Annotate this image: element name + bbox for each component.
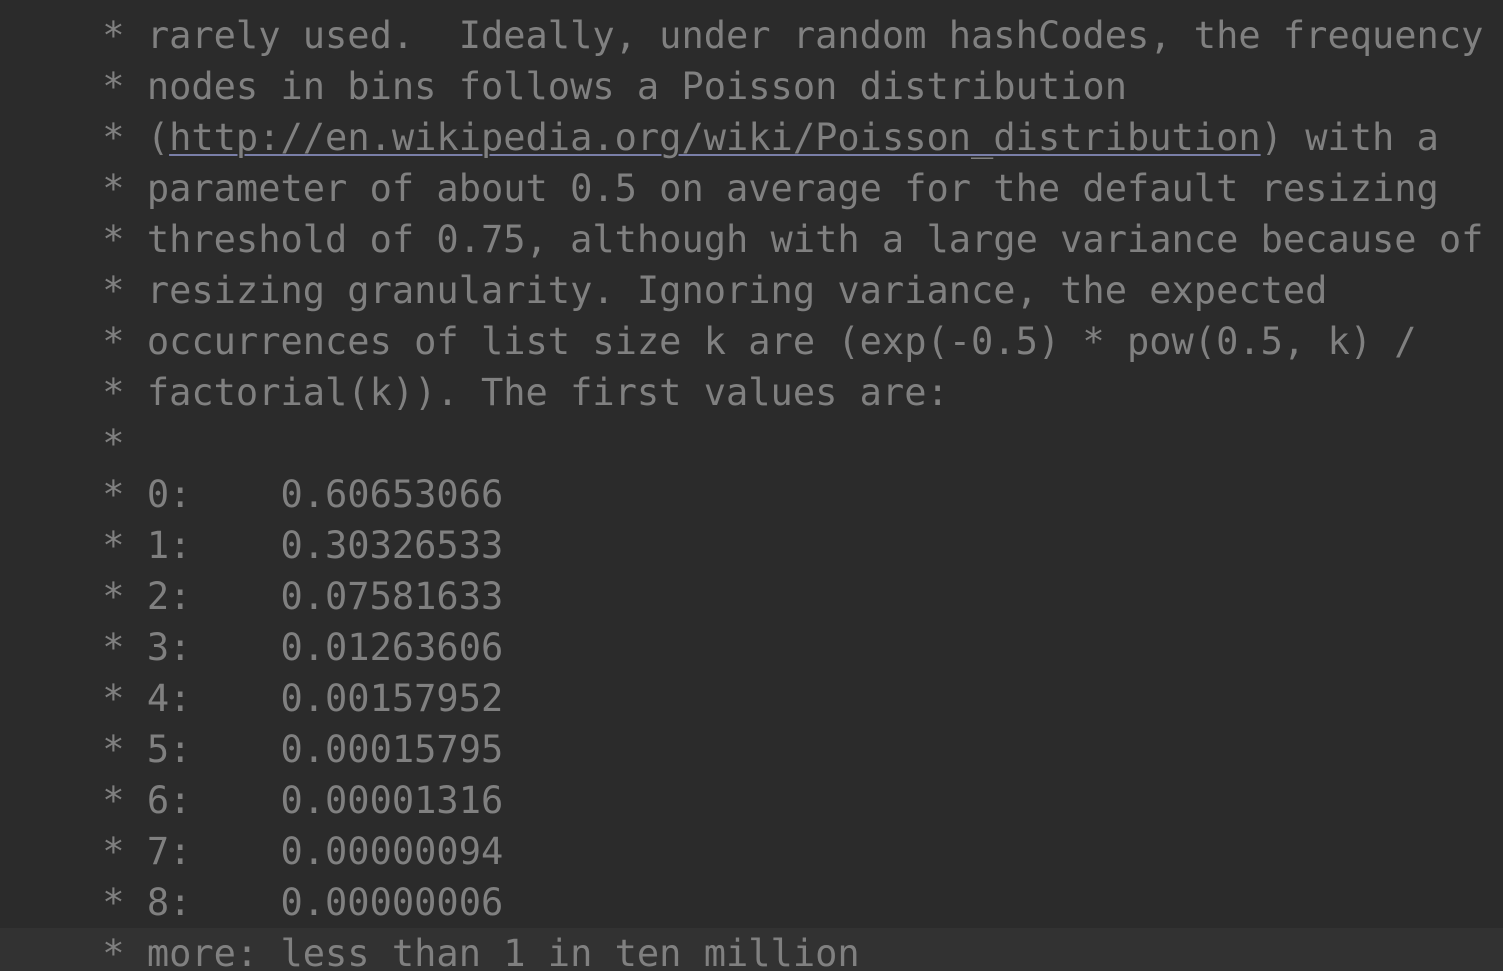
line-value-2[interactable]: * 2: 0.07581633 <box>0 571 1503 622</box>
code-editor-viewport[interactable]: * rarely used. Ideally, under random has… <box>0 0 1503 971</box>
comment-token: * resizing granularity. Ignoring varianc… <box>80 269 1328 312</box>
comment-token: * threshold of 0.75, although with a lar… <box>80 218 1484 261</box>
line-more[interactable]: * more: less than 1 in ten million <box>0 928 1503 971</box>
comment-token: * <box>80 422 125 465</box>
comment-token: * more: less than 1 in ten million <box>80 932 860 971</box>
wikipedia-poisson-link[interactable]: http://en.wikipedia.org/wiki/Poisson_dis… <box>169 116 1261 159</box>
comment-token: * factorial(k)). The first values are: <box>80 371 949 414</box>
line-value-8[interactable]: * 8: 0.00000006 <box>0 877 1503 928</box>
line-value-7[interactable]: * 7: 0.00000094 <box>0 826 1503 877</box>
comment-token: * 8: 0.00000006 <box>80 881 504 924</box>
line-rarely-used[interactable]: * rarely used. Ideally, under random has… <box>0 10 1503 61</box>
comment-token: * 6: 0.00001316 <box>80 779 504 822</box>
line-nodes-in-bins[interactable]: * nodes in bins follows a Poisson distri… <box>0 61 1503 112</box>
line-factorial[interactable]: * factorial(k)). The first values are: <box>0 367 1503 418</box>
line-blank-star[interactable]: * <box>0 418 1503 469</box>
code-lines-container: * rarely used. Ideally, under random has… <box>0 10 1503 971</box>
comment-token: * 3: 0.01263606 <box>80 626 504 669</box>
comment-token: * rarely used. Ideally, under random has… <box>80 14 1503 57</box>
line-resizing[interactable]: * resizing granularity. Ignoring varianc… <box>0 265 1503 316</box>
comment-token: * 5: 0.00015795 <box>80 728 504 771</box>
comment-token: * 4: 0.00157952 <box>80 677 504 720</box>
line-value-3[interactable]: * 3: 0.01263606 <box>0 622 1503 673</box>
comment-token: * parameter of about 0.5 on average for … <box>80 167 1439 210</box>
line-value-1[interactable]: * 1: 0.30326533 <box>0 520 1503 571</box>
line-parameter[interactable]: * parameter of about 0.5 on average for … <box>0 163 1503 214</box>
clipped-previous-line <box>0 0 1503 10</box>
line-value-6[interactable]: * 6: 0.00001316 <box>0 775 1503 826</box>
comment-token: * occurrences of list size k are (exp(-0… <box>80 320 1417 363</box>
line-value-4[interactable]: * 4: 0.00157952 <box>0 673 1503 724</box>
line-wiki-url[interactable]: * (http://en.wikipedia.org/wiki/Poisson_… <box>0 112 1503 163</box>
comment-token: * ( <box>80 116 170 159</box>
comment-token-suffix: ) with a <box>1260 116 1439 159</box>
comment-token: * nodes in bins follows a Poisson distri… <box>80 65 1127 108</box>
comment-token: * 7: 0.00000094 <box>80 830 504 873</box>
comment-token: * 1: 0.30326533 <box>80 524 504 567</box>
line-threshold[interactable]: * threshold of 0.75, although with a lar… <box>0 214 1503 265</box>
comment-token: * 2: 0.07581633 <box>80 575 504 618</box>
line-value-5[interactable]: * 5: 0.00015795 <box>0 724 1503 775</box>
comment-token: * 0: 0.60653066 <box>80 473 504 516</box>
line-occurrences[interactable]: * occurrences of list size k are (exp(-0… <box>0 316 1503 367</box>
line-value-0[interactable]: * 0: 0.60653066 <box>0 469 1503 520</box>
